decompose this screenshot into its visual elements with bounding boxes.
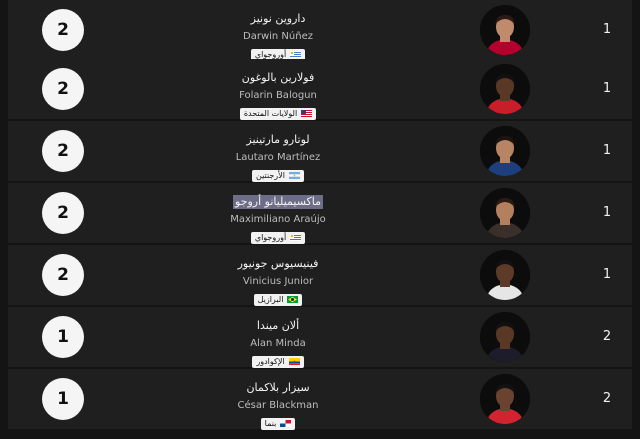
- country-name: البرازيل: [257, 294, 284, 304]
- stat-value-badge: 2: [42, 254, 84, 296]
- player-row[interactable]: 1 لوتارو مارتينيز Lautaro Martínez الأرجنتي…: [8, 121, 632, 183]
- country-name: بنما: [264, 418, 277, 428]
- rank-number: 1: [602, 81, 612, 96]
- player-name-english: Vinicius Junior: [242, 276, 314, 287]
- player-info: فينيسيوس جونيور Vinicius Junior البرازيل: [188, 252, 368, 307]
- player-row[interactable]: 2 سيزار بلاكمان César Blackman بنما 1: [8, 369, 632, 431]
- rank-number: 2: [602, 329, 612, 344]
- country-name: أوروجواي: [254, 232, 287, 242]
- rank-number: 2: [602, 391, 612, 406]
- player-row[interactable]: 1 داروين نونيز Darwin Núñez أوروجواي 2: [8, 0, 632, 62]
- player-avatar: [480, 312, 530, 362]
- player-name-arabic[interactable]: داروين نونيز: [251, 12, 306, 25]
- player-name-english: Darwin Núñez: [243, 31, 313, 42]
- player-info: ألان ميندا Alan Minda الإكوادور: [188, 314, 368, 369]
- player-avatar: [480, 250, 530, 300]
- country-chip: أوروجواي: [250, 231, 306, 244]
- flag-usa-icon: [301, 110, 313, 117]
- player-info: سيزار بلاكمان César Blackman بنما: [188, 376, 368, 431]
- player-avatar: [480, 188, 530, 238]
- flag-panama-icon: [280, 420, 292, 427]
- flag-brazil-icon: [287, 296, 299, 303]
- rank-number: 1: [602, 143, 612, 158]
- player-row[interactable]: 1 فينيسيوس جونيور Vinicius Junior البرازيل 2: [8, 245, 632, 307]
- player-name-arabic[interactable]: لوتارو مارتينيز: [246, 133, 309, 146]
- player-name-arabic[interactable]: فينيسيوس جونيور: [238, 257, 319, 270]
- player-info: فولارين بالوغون Folarin Balogun الولايات ا…: [188, 66, 368, 121]
- player-info: لوتارو مارتينيز Lautaro Martínez الأرجنتين: [188, 128, 368, 183]
- rank-number: 1: [602, 22, 612, 37]
- player-avatar: [480, 126, 530, 176]
- country-name: الولايات المتحدة: [243, 108, 298, 118]
- player-avatar: [480, 374, 530, 424]
- flag-ecuador-icon: [288, 358, 300, 365]
- player-row[interactable]: 1 فولارين بالوغون Folarin Balogun الولايات …: [8, 59, 632, 121]
- player-name-arabic[interactable]: فولارين بالوغون: [242, 71, 314, 84]
- country-chip: بنما: [260, 417, 296, 430]
- flag-argentina-icon: [288, 172, 300, 179]
- player-name-arabic[interactable]: سيزار بلاكمان: [246, 381, 309, 394]
- stat-value-badge: 2: [42, 68, 84, 110]
- player-list: 1 داروين نونيز Darwin Núñez أوروجواي 2 1 فولار…: [0, 0, 640, 439]
- rank-number: 1: [602, 267, 612, 282]
- player-name-english: César Blackman: [237, 400, 319, 411]
- player-info: داروين نونيز Darwin Núñez أوروجواي: [188, 7, 368, 62]
- country-name: أوروجواي: [254, 49, 287, 59]
- player-name-english: Lautaro Martínez: [235, 152, 321, 163]
- stat-value-badge: 2: [42, 130, 84, 172]
- rank-number: 1: [602, 205, 612, 220]
- country-chip: الإكوادور: [252, 355, 304, 368]
- stat-value-badge: 1: [42, 378, 84, 420]
- player-avatar: [480, 64, 530, 114]
- country-chip: البرازيل: [253, 293, 303, 306]
- player-name-english: Maximiliano Araújo: [230, 214, 326, 225]
- country-chip: الولايات المتحدة: [239, 107, 317, 120]
- player-name-arabic[interactable]: ألان ميندا: [257, 319, 299, 332]
- country-chip: الأرجنتين: [252, 169, 304, 182]
- player-row[interactable]: 2 ألان ميندا Alan Minda الإكوادور 1: [8, 307, 632, 369]
- player-row[interactable]: 1 ماكسيميليانو أروجو Maximiliano Araújo أور…: [8, 183, 632, 245]
- stat-value-badge: 2: [42, 9, 84, 51]
- stat-value-badge: 2: [42, 192, 84, 234]
- flag-uruguay-icon: [290, 51, 302, 58]
- flag-uruguay-icon: [290, 234, 302, 241]
- country-name: الأرجنتين: [256, 170, 285, 180]
- player-info: ماكسيميليانو أروجو Maximiliano Araújo أورو…: [188, 190, 368, 245]
- player-avatar: [480, 5, 530, 55]
- player-name-arabic[interactable]: ماكسيميليانو أروجو: [232, 195, 323, 209]
- country-name: الإكوادور: [256, 356, 285, 366]
- stat-value-badge: 1: [42, 316, 84, 358]
- player-name-english: Folarin Balogun: [239, 90, 317, 101]
- player-name-english: Alan Minda: [250, 338, 306, 349]
